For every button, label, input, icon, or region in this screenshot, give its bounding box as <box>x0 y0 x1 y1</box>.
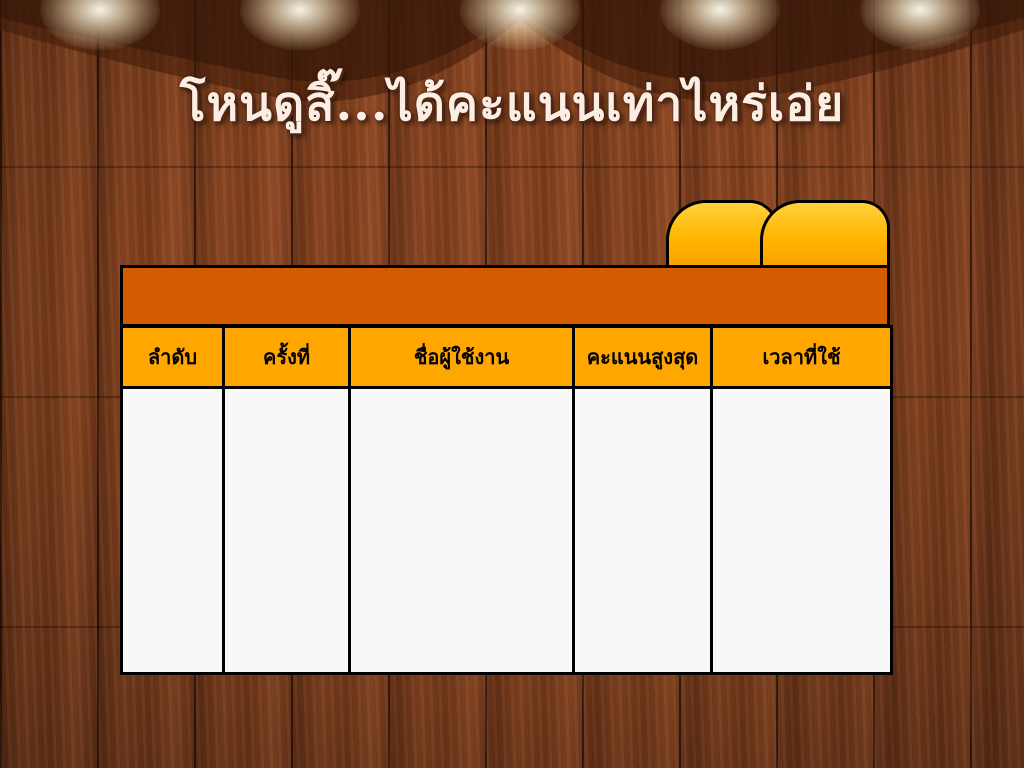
spotlight-icon <box>660 0 780 50</box>
spotlight-icon <box>460 0 580 50</box>
table-row <box>120 386 893 675</box>
column-header-high-score: คะแนนสูงสุด <box>572 325 713 389</box>
spotlight-icon <box>40 0 160 50</box>
column-header-username: ชื่อผู้ใช้งาน <box>348 325 575 389</box>
page-title: โหนดูสิ๊...ได้คะแนนเท่าไหร่เอ่ย <box>179 76 845 132</box>
spotlight-icon <box>860 0 980 50</box>
table-cell-attempt <box>222 386 351 675</box>
spotlight-icon <box>240 0 360 50</box>
table-cell-high-score <box>572 386 713 675</box>
column-header-rank: ลำดับ <box>120 325 225 389</box>
table-cell-username <box>348 386 575 675</box>
scoreboard: ลำดับ ครั้งที่ ชื่อผู้ใช้งาน คะแนนสูงสุด… <box>120 265 893 675</box>
scoreboard-header-bar <box>120 265 890 327</box>
column-header-attempt: ครั้งที่ <box>222 325 351 389</box>
column-header-time-used: เวลาที่ใช้ <box>710 325 893 389</box>
table-cell-rank <box>120 386 225 675</box>
table-cell-time-used <box>710 386 893 675</box>
table-header-row: ลำดับ ครั้งที่ ชื่อผู้ใช้งาน คะแนนสูงสุด… <box>120 325 893 389</box>
score-table: ลำดับ ครั้งที่ ชื่อผู้ใช้งาน คะแนนสูงสุด… <box>120 325 893 675</box>
folder-tab-icon <box>760 200 890 270</box>
